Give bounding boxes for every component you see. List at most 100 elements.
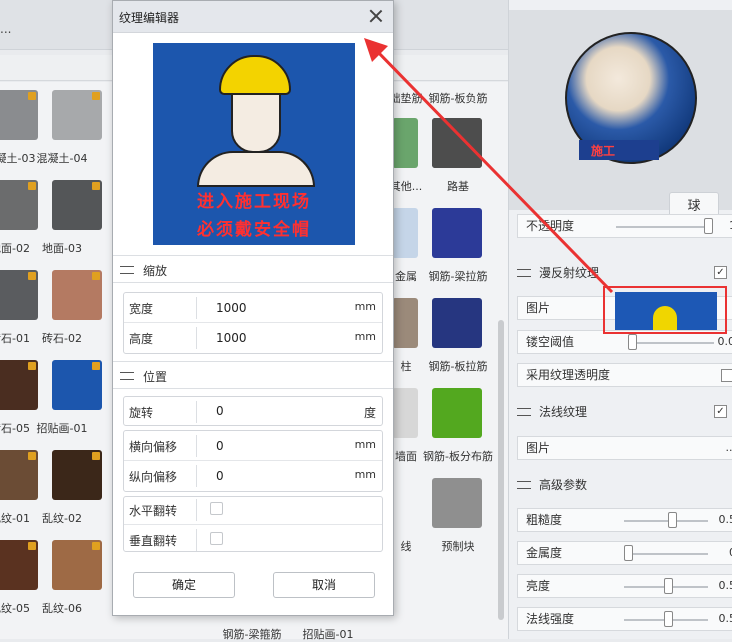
cancel-button[interactable]: 取消	[273, 572, 375, 598]
use-alpha-checkbox[interactable]	[721, 369, 732, 382]
width-input[interactable]	[200, 296, 350, 320]
material-tile[interactable]	[52, 180, 102, 230]
diffuse-enable-checkbox[interactable]: ✓	[714, 266, 727, 279]
param-slider-track[interactable]	[624, 553, 708, 555]
opacity-slider-thumb[interactable]	[704, 218, 713, 234]
rotate-unit: 度	[364, 404, 376, 421]
material-tile[interactable]	[52, 270, 102, 320]
material-tile[interactable]	[0, 360, 38, 410]
normal-section-header[interactable]: 法线纹理 ✓	[509, 397, 732, 427]
material-tile[interactable]	[52, 360, 102, 410]
poster-text-line-2: 必须戴安全帽	[153, 215, 355, 240]
material-tile-label: 招贴画-01	[22, 420, 102, 436]
rebar-tile-label: 预制块	[418, 538, 498, 554]
poster-text-line-1: 进入施工现场	[153, 187, 355, 212]
rebar-tile[interactable]	[432, 208, 482, 258]
param-slider-thumb[interactable]	[624, 545, 633, 561]
rebar-tile[interactable]	[392, 298, 418, 348]
param-value: 0.5	[719, 608, 732, 630]
rebar-tile[interactable]	[432, 298, 482, 348]
param-slider-thumb[interactable]	[664, 578, 673, 594]
rotate-label: 旋转	[129, 404, 153, 421]
param-label: 法线强度	[526, 612, 574, 626]
field-separator	[196, 401, 197, 423]
material-tile[interactable]	[52, 540, 102, 590]
rebar-tile-label: 钢筋-板拉筋	[418, 358, 498, 374]
hoffset-label: 横向偏移	[129, 438, 177, 455]
diffuse-section-header[interactable]: 漫反射纹理 ✓	[509, 258, 732, 288]
hflip-row: 水平翻转	[124, 495, 382, 525]
param-row: 金属度0	[517, 541, 732, 565]
height-row: 高度 mm	[124, 323, 382, 353]
param-slider-thumb[interactable]	[664, 611, 673, 627]
worker-body-graphic	[197, 151, 315, 187]
opacity-label: 不透明度	[526, 219, 574, 233]
field-separator	[196, 499, 197, 521]
material-tile[interactable]	[0, 450, 38, 500]
cutout-value: 0.01	[718, 331, 732, 353]
rebar-tile[interactable]	[392, 388, 418, 438]
material-tile[interactable]	[0, 180, 38, 230]
favorite-icon	[28, 272, 36, 280]
rebar-tile[interactable]	[392, 118, 418, 168]
material-tile[interactable]	[0, 540, 38, 590]
dialog-title: 纹理编辑器	[119, 9, 179, 26]
vflip-row: 垂直翻转	[124, 525, 382, 555]
width-row: 宽度 mm	[124, 293, 382, 323]
favorite-icon	[92, 452, 100, 460]
cutout-slider-track[interactable]	[630, 342, 714, 344]
rebar-tile[interactable]	[392, 208, 418, 258]
use-alpha-label: 采用纹理透明度	[526, 368, 610, 382]
hflip-checkbox[interactable]	[210, 502, 223, 515]
position-section-header: 位置	[113, 361, 393, 389]
cutout-label: 镂空阈值	[526, 335, 574, 349]
favorite-icon	[28, 362, 36, 370]
rebar-tile[interactable]	[432, 388, 482, 438]
rebar-tile[interactable]	[432, 478, 482, 528]
dialog-titlebar[interactable]: 纹理编辑器	[113, 1, 393, 33]
favorite-icon	[92, 542, 100, 550]
param-label: 粗糙度	[526, 513, 562, 527]
favorite-icon	[92, 182, 100, 190]
favorite-icon	[28, 542, 36, 550]
hoffset-input[interactable]	[200, 434, 350, 458]
material-tile[interactable]	[52, 450, 102, 500]
vflip-label: 垂直翻转	[129, 532, 177, 549]
voffset-unit: mm	[355, 468, 376, 481]
favorite-icon	[92, 272, 100, 280]
hoffset-row: 横向偏移 mm	[124, 431, 382, 461]
ok-button[interactable]: 确定	[133, 572, 235, 598]
param-slider-thumb[interactable]	[668, 512, 677, 528]
rebar-tile-label: 路基	[418, 178, 498, 194]
material-tile[interactable]	[52, 90, 102, 140]
normal-enable-checkbox[interactable]: ✓	[714, 405, 727, 418]
favorite-icon	[28, 92, 36, 100]
normal-image-browse-button[interactable]: ...	[726, 437, 732, 459]
favorite-icon	[28, 182, 36, 190]
material-preview: 施工 球	[509, 10, 732, 210]
param-slider-track[interactable]	[624, 520, 708, 522]
rebar-tile[interactable]	[432, 118, 482, 168]
rebar-tile-label: 钢筋-板分布筋	[418, 448, 498, 464]
material-tile-label: 砖石-02	[22, 330, 102, 346]
height-input[interactable]	[200, 326, 350, 350]
opacity-slider-track[interactable]	[616, 226, 706, 228]
close-icon[interactable]	[367, 7, 385, 25]
material-tile[interactable]	[0, 90, 38, 140]
rotate-input[interactable]	[200, 400, 350, 422]
advanced-section-header[interactable]: 高级参数	[509, 470, 732, 500]
voffset-input[interactable]	[200, 464, 350, 488]
vflip-checkbox[interactable]	[210, 532, 223, 545]
material-tile[interactable]	[0, 270, 38, 320]
cutout-slider-thumb[interactable]	[628, 334, 637, 350]
normal-image-label: 图片	[526, 441, 550, 455]
scale-section-title: 缩放	[143, 262, 167, 279]
use-alpha-row: 采用纹理透明度	[517, 363, 732, 387]
favorite-icon	[92, 362, 100, 370]
height-label: 高度	[129, 330, 153, 347]
param-value: 0.5	[719, 575, 732, 597]
param-label: 亮度	[526, 579, 550, 593]
library-scrollbar[interactable]	[498, 320, 504, 620]
field-separator	[196, 435, 197, 457]
offset-group: 横向偏移 mm 纵向偏移 mm	[123, 430, 383, 492]
